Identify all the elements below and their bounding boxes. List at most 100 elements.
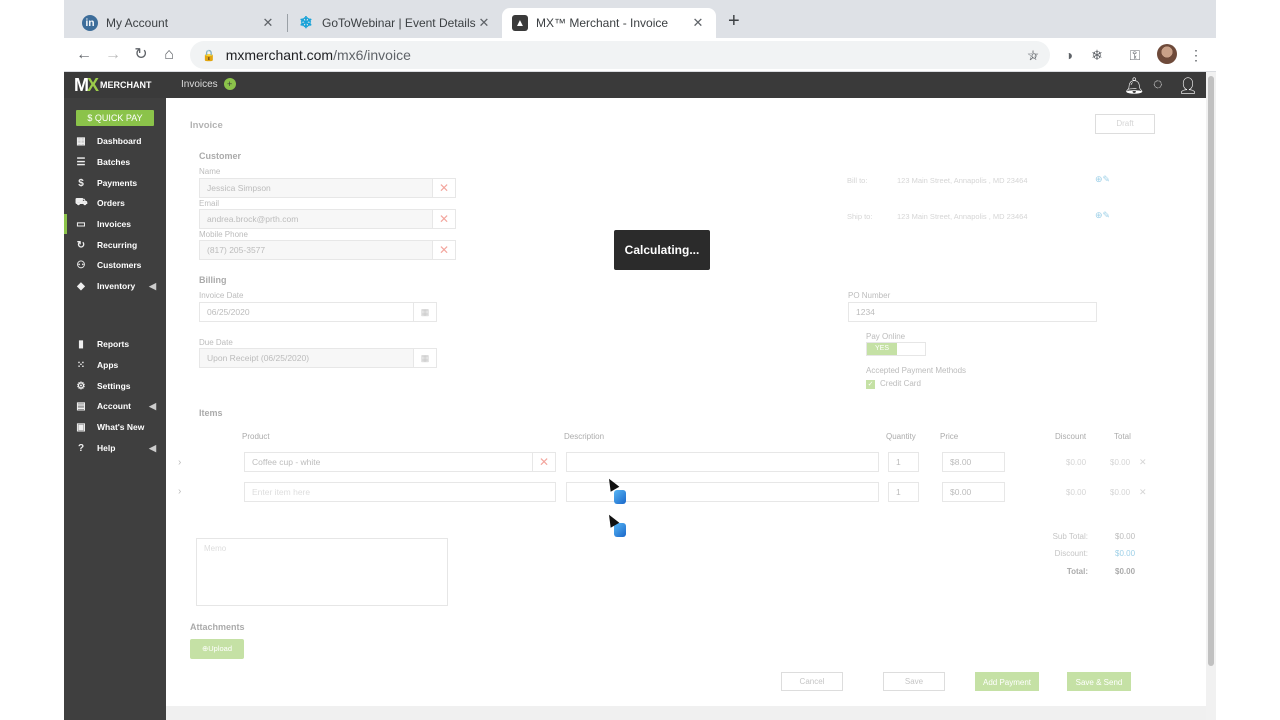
memo-field[interactable]: Memo <box>196 538 448 606</box>
discount-total-value[interactable]: $0.00 <box>1115 549 1135 558</box>
calendar-icon[interactable]: ▦ <box>413 302 437 322</box>
tab-gotowebinar[interactable]: ❄ GoToWebinar | Event Details ✕ <box>288 8 502 38</box>
sidebar-item-orders[interactable]: ⛟ Orders <box>64 193 166 213</box>
sidebar-item-apps[interactable]: ⁙ Apps <box>64 355 166 375</box>
invoice-form: Invoice Draft Customer Name Jessica Simp… <box>166 98 1206 720</box>
avatar[interactable] <box>1157 44 1177 64</box>
edit-bill-to-icon[interactable]: ⊕✎ <box>1095 174 1110 185</box>
status-badge[interactable]: Draft <box>1095 114 1155 134</box>
sidebar-item-whats-new[interactable]: ▣ What's New <box>64 417 166 437</box>
sidebar-item-settings[interactable]: ⚙ Settings <box>64 376 166 396</box>
mx-icon: ▲ <box>512 15 528 31</box>
credit-card-checkbox[interactable]: ✓ Credit Card <box>866 379 921 389</box>
page-title: Invoice <box>190 120 223 131</box>
loading-cube-icon <box>614 490 626 504</box>
pay-online-label: Pay Online <box>866 332 906 341</box>
browser-toolbar: ← → ↻ ⌂ 🔒 mxmerchant.com/mx6/invoice ⌕ ☆… <box>64 38 1216 72</box>
scrollbar[interactable] <box>1206 72 1216 720</box>
clear-email-icon[interactable]: ✕ <box>432 209 456 229</box>
upload-button[interactable]: ⊕Upload <box>190 639 244 659</box>
remove-row-icon[interactable]: ✕ <box>1139 457 1147 468</box>
sidebar-item-dashboard[interactable]: ▦ Dashboard <box>64 131 166 151</box>
add-payment-button[interactable]: Add Payment <box>975 672 1039 691</box>
sidebar-item-help[interactable]: ? Help ◀ <box>64 438 166 458</box>
tab-title: GoToWebinar | Event Details <box>322 16 476 30</box>
phone-field[interactable]: (817) 205-3577 <box>199 240 433 260</box>
discount-label: Discount: <box>1054 549 1088 558</box>
expand-row-icon[interactable]: › <box>178 457 181 468</box>
product-field[interactable]: Enter item here <box>244 482 556 502</box>
tab-my-account[interactable]: in My Account ✕ <box>72 8 286 38</box>
check-icon: ✓ <box>866 380 875 389</box>
tab-mx-merchant[interactable]: ▲ MX™ Merchant - Invoice ✕ <box>502 8 716 38</box>
description-field[interactable] <box>566 452 879 472</box>
email-field[interactable]: andrea.brock@prth.com <box>199 209 433 229</box>
grid-icon: ⁙ <box>76 359 86 371</box>
lock-icon: 🔒 <box>202 49 216 62</box>
sidebar-item-reports[interactable]: ▮ Reports <box>64 334 166 354</box>
due-date-field[interactable]: Upon Receipt (06/25/2020) <box>199 348 414 368</box>
add-invoice-icon[interactable]: + <box>223 78 236 90</box>
sidebar-item-payments[interactable]: $ Payments <box>64 173 166 193</box>
sidebar-item-invoices[interactable]: ▭ Invoices <box>64 214 166 234</box>
sidebar-item-account[interactable]: ▤ Account ◀ <box>64 396 166 416</box>
scrollbar-thumb[interactable] <box>1208 76 1214 666</box>
quantity-field[interactable]: 1 <box>888 482 919 502</box>
key-icon[interactable]: ⚿ <box>1124 44 1146 66</box>
subtotal-label: Sub Total: <box>1052 532 1088 541</box>
column-product: Product <box>242 432 270 441</box>
url-path: /mx6/invoice <box>333 47 411 63</box>
expand-row-icon[interactable]: › <box>178 486 181 497</box>
app-header: MX MERCHANT Invoices + 🔔︎ ◌ 👤︎ <box>64 72 1206 98</box>
name-field[interactable]: Jessica Simpson <box>199 178 433 198</box>
menu-icon[interactable]: ⋮ <box>1185 44 1207 66</box>
price-field[interactable]: $0.00 <box>942 482 1005 502</box>
forward-icon[interactable]: → <box>102 44 124 66</box>
invoice-date-field[interactable]: 06/25/2020 <box>199 302 414 322</box>
clear-phone-icon[interactable]: ✕ <box>432 240 456 260</box>
quantity-field[interactable]: 1 <box>888 452 919 472</box>
sidebar-item-batches[interactable]: ☰ Batches <box>64 152 166 172</box>
close-icon[interactable]: ✕ <box>690 15 706 31</box>
total-label: Total: <box>1066 567 1088 576</box>
po-number-field[interactable]: 1234 <box>848 302 1097 322</box>
clear-name-icon[interactable]: ✕ <box>432 178 456 198</box>
save-button[interactable]: Save <box>883 672 945 691</box>
attachments-section-title: Attachments <box>190 622 245 632</box>
quick-pay-button[interactable]: $ QUICK PAY <box>76 110 154 126</box>
address-bar[interactable]: 🔒 mxmerchant.com/mx6/invoice ⌕ <box>190 41 1050 69</box>
sidebar-item-customers[interactable]: ⚇ Customers <box>64 255 166 275</box>
sidebar-item-label: Apps <box>97 360 119 370</box>
sidebar-item-recurring[interactable]: ↻ Recurring <box>64 235 166 255</box>
calendar-icon[interactable]: ▦ <box>413 348 437 368</box>
snowflake-extension-icon[interactable]: ❄ <box>1086 44 1108 66</box>
bill-to-address: 123 Main Street, Annapolis , MD 23464 <box>897 176 1028 185</box>
extension-icon[interactable]: ◑ <box>1058 44 1080 66</box>
lightbulb-icon[interactable]: ◌ <box>1153 76 1163 94</box>
column-description: Description <box>564 432 605 441</box>
pay-online-toggle[interactable]: YES <box>866 342 926 356</box>
edit-ship-to-icon[interactable]: ⊕✎ <box>1095 210 1110 221</box>
left-margin <box>0 0 64 720</box>
sidebar-item-label: Reports <box>97 339 130 349</box>
news-icon: ▣ <box>76 421 86 433</box>
sidebar-item-inventory[interactable]: ◆ Inventory ◀ <box>64 276 166 296</box>
clear-product-icon[interactable]: ✕ <box>532 452 556 472</box>
reload-icon[interactable]: ↻ <box>130 44 152 66</box>
close-icon[interactable]: ✕ <box>476 15 492 31</box>
user-icon[interactable]: 👤︎ <box>1178 76 1198 96</box>
product-field[interactable]: Coffee cup - white <box>244 452 533 472</box>
new-tab-icon[interactable]: + <box>728 10 740 33</box>
bell-icon[interactable]: 🔔︎ <box>1124 76 1144 96</box>
back-icon[interactable]: ← <box>73 44 95 66</box>
close-icon[interactable]: ✕ <box>260 15 276 31</box>
save-send-button[interactable]: Save & Send <box>1067 672 1131 691</box>
star-icon[interactable]: ☆ <box>1022 44 1044 66</box>
remove-row-icon[interactable]: ✕ <box>1139 487 1147 498</box>
sidebar-item-label: Settings <box>97 381 131 391</box>
home-icon[interactable]: ⌂ <box>158 44 180 66</box>
logo[interactable]: MX MERCHANT <box>74 75 154 95</box>
price-field[interactable]: $8.00 <box>942 452 1005 472</box>
cancel-button[interactable]: Cancel <box>781 672 843 691</box>
refresh-icon: ↻ <box>76 239 86 251</box>
